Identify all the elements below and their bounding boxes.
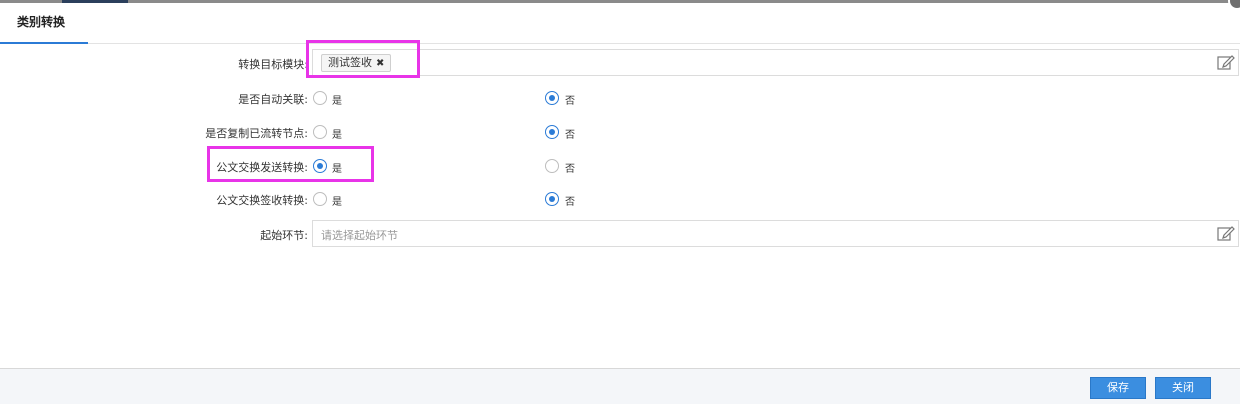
- doc-receive-row: 公文交换签收转换: 是 否: [0, 190, 1240, 208]
- doc-receive-no-label: 否: [565, 197, 575, 208]
- dialog-footer: 保存 关闭: [0, 368, 1240, 404]
- doc-send-no-radio[interactable]: [545, 159, 559, 173]
- copy-nodes-no-radio[interactable]: [545, 125, 559, 139]
- conversion-dialog: 类别转换 转换目标模块: 测试签收 ✖ 是否自动关联: 是 否 是否复制已流转节点…: [0, 0, 1240, 404]
- start-node-label: 起始环节:: [260, 229, 308, 242]
- copy-nodes-row: 是否复制已流转节点: 是 否: [0, 123, 1240, 141]
- highlight-target-module: [306, 40, 420, 78]
- save-button[interactable]: 保存: [1090, 377, 1146, 399]
- copy-nodes-yes-label: 是: [332, 130, 342, 141]
- doc-receive-no-radio[interactable]: [545, 192, 559, 206]
- copy-nodes-yes-radio[interactable]: [313, 125, 327, 139]
- doc-receive-yes-radio[interactable]: [313, 192, 327, 206]
- doc-send-row: 公文交换发送转换: 是 否: [0, 157, 1240, 175]
- start-node-field[interactable]: 请选择起始环节: [312, 220, 1239, 247]
- start-node-placeholder: 请选择起始环节: [321, 229, 398, 242]
- highlight-doc-send: [207, 146, 374, 182]
- auto-link-no-radio[interactable]: [545, 91, 559, 105]
- target-module-field[interactable]: 测试签收 ✖: [312, 49, 1239, 76]
- copy-nodes-no-label: 否: [565, 130, 575, 141]
- tab-category-conversion[interactable]: 类别转换: [0, 3, 88, 44]
- doc-send-no-label: 否: [565, 164, 575, 175]
- doc-receive-label: 公文交换签收转换:: [216, 194, 308, 207]
- edit-icon[interactable]: [1217, 225, 1235, 241]
- auto-link-row: 是否自动关联: 是 否: [0, 89, 1240, 107]
- auto-link-yes-label: 是: [332, 96, 342, 107]
- auto-link-label: 是否自动关联:: [238, 93, 308, 106]
- doc-receive-yes-label: 是: [332, 197, 342, 208]
- auto-link-yes-radio[interactable]: [313, 91, 327, 105]
- start-node-row: 起始环节: 请选择起始环节: [0, 220, 1240, 247]
- close-button[interactable]: 关闭: [1155, 377, 1211, 399]
- edit-icon[interactable]: [1217, 54, 1235, 70]
- tab-bar: 类别转换: [0, 3, 1240, 44]
- auto-link-no-label: 否: [565, 96, 575, 107]
- target-module-row: 转换目标模块: 测试签收 ✖: [0, 49, 1240, 76]
- copy-nodes-label: 是否复制已流转节点:: [205, 127, 308, 140]
- target-module-label: 转换目标模块:: [238, 58, 308, 71]
